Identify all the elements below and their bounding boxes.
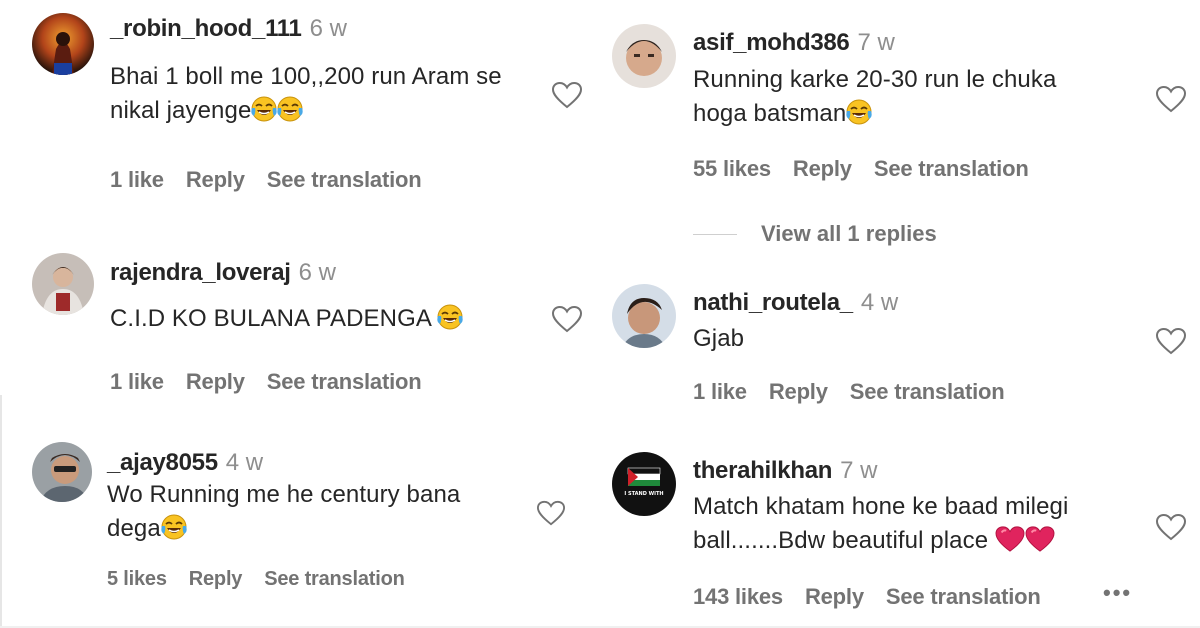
reply-button[interactable]: Reply <box>189 568 243 590</box>
time-ago[interactable]: 6 w <box>299 259 336 286</box>
heart-outline-icon[interactable] <box>1155 84 1187 114</box>
comment-text: Bhai 1 boll me 100,,200 run Aram se nika… <box>110 60 502 128</box>
username[interactable]: _ajay8055 <box>107 449 218 476</box>
comment-text-line: Wo Running me he century bana <box>107 481 461 508</box>
heart-outline-icon[interactable] <box>1155 512 1187 542</box>
comment-item: _ajay8055 4 w Wo Running me he century ba… <box>0 432 600 622</box>
see-translation-button[interactable]: See translation <box>267 167 422 192</box>
username[interactable]: asif_mohd386 <box>693 29 850 56</box>
heart-outline-icon[interactable] <box>551 304 583 334</box>
comment-text-line-2: ball.......Bdw beautiful place <box>693 524 1068 558</box>
laugh-emoji-icon <box>437 304 464 330</box>
likes-count[interactable]: 1 like <box>693 379 747 404</box>
comment-text-line: Match khatam hone ke baad milegi <box>693 493 1069 520</box>
red-heart-emoji-icon <box>995 526 1025 552</box>
comment-text-line: Gjab <box>693 325 745 352</box>
comment-item: rajendra_loveraj 6 w C.I.D KO BULANA PADE… <box>0 240 600 410</box>
more-options-icon[interactable]: ••• <box>1103 580 1132 606</box>
username[interactable]: rajendra_loveraj <box>110 259 291 286</box>
comment-text-line-2: dega <box>107 512 460 546</box>
comment-actions: 1 like Reply See translation <box>110 368 443 396</box>
avatar-image <box>612 24 676 88</box>
see-translation-button[interactable]: See translation <box>874 156 1029 181</box>
comment-item: _robin_hood_111 6 w Bhai 1 boll me 100,,2… <box>0 0 600 210</box>
likes-count[interactable]: 1 like <box>110 167 164 192</box>
username[interactable]: _robin_hood_111 <box>110 15 302 42</box>
comment-text-line-2: hoga batsman <box>693 97 1056 131</box>
laugh-emoji-icon <box>161 514 187 540</box>
avatar-image <box>32 13 94 75</box>
comment-actions: 55 likes Reply See translation <box>693 155 1051 183</box>
time-ago[interactable]: 7 w <box>857 29 894 56</box>
comment-text-line: hoga batsman <box>693 100 847 127</box>
comment-actions: 1 like Reply See translation <box>693 378 1026 406</box>
likes-count[interactable]: 55 likes <box>693 156 771 181</box>
likes-count[interactable]: 143 likes <box>693 584 783 609</box>
comment-item: asif_mohd386 7 w Running karke 20-30 run … <box>600 0 1200 260</box>
comment-text-line: nikal jayenge <box>110 97 252 124</box>
heart-outline-icon[interactable] <box>536 499 566 527</box>
see-translation-button[interactable]: See translation <box>264 568 405 590</box>
comment-text-line: Running karke 20-30 run le chuka <box>693 66 1057 93</box>
reply-button[interactable]: Reply <box>805 584 864 609</box>
view-replies-divider <box>693 234 737 235</box>
avatar[interactable] <box>32 253 94 315</box>
comment-actions: 5 likes Reply See translation <box>107 565 427 593</box>
avatar-badge-text: I STAND WITH <box>624 491 664 497</box>
avatar-image <box>612 452 676 516</box>
comment-text: Gjab <box>693 322 744 356</box>
comment-text: Running karke 20-30 run le chuka hoga ba… <box>693 63 1056 131</box>
username[interactable]: therahilkhan <box>693 457 832 484</box>
avatar[interactable] <box>612 284 676 348</box>
comment-text-line: C.I.D KO BULANA PADENGA <box>110 305 431 332</box>
comment-text: C.I.D KO BULANA PADENGA <box>110 302 464 336</box>
comment-item: I STAND WITH therahilkhan 7 w Match khata… <box>600 440 1200 626</box>
time-ago[interactable]: 4 w <box>226 449 263 476</box>
red-heart-emoji-icon <box>1025 526 1055 552</box>
comment-text-line: Bhai 1 boll me 100,,200 run Aram se <box>110 63 502 90</box>
time-ago[interactable]: 4 w <box>861 289 898 316</box>
heart-outline-icon[interactable] <box>1155 326 1187 356</box>
avatar[interactable] <box>612 24 676 88</box>
time-ago[interactable]: 6 w <box>310 15 347 42</box>
likes-count[interactable]: 5 likes <box>107 568 167 590</box>
comment-text-line: dega <box>107 515 161 542</box>
view-replies-button[interactable]: View all 1 replies <box>761 221 937 247</box>
avatar[interactable]: I STAND WITH <box>612 452 676 516</box>
avatar[interactable] <box>32 442 92 502</box>
likes-count[interactable]: 1 like <box>110 369 164 394</box>
comment-item: nathi_routela_ 4 w Gjab 1 like Reply See tr… <box>600 270 1200 430</box>
avatar[interactable] <box>32 13 94 75</box>
see-translation-button[interactable]: See translation <box>850 379 1005 404</box>
laugh-emoji-icon <box>277 96 304 122</box>
see-translation-button[interactable]: See translation <box>267 369 422 394</box>
avatar-image <box>32 253 94 315</box>
username[interactable]: nathi_routela_ <box>693 289 853 316</box>
heart-outline-icon[interactable] <box>551 80 583 110</box>
comment-text: Wo Running me he century bana dega <box>107 478 460 546</box>
comment-text-line: ball.......Bdw beautiful place <box>693 527 989 554</box>
reply-button[interactable]: Reply <box>186 167 245 192</box>
comments-panel: _robin_hood_111 6 w Bhai 1 boll me 100,,2… <box>0 0 1200 628</box>
avatar-image <box>32 442 92 502</box>
time-ago[interactable]: 7 w <box>840 457 877 484</box>
laugh-emoji-icon <box>846 99 872 125</box>
reply-button[interactable]: Reply <box>793 156 852 181</box>
comment-actions: 143 likes Reply See translation <box>693 583 1063 611</box>
see-translation-button[interactable]: See translation <box>886 584 1041 609</box>
laugh-emoji-icon <box>251 96 278 122</box>
comment-text-line-2: nikal jayenge <box>110 94 502 128</box>
avatar-image <box>612 284 676 348</box>
comment-actions: 1 like Reply See translation <box>110 166 443 194</box>
reply-button[interactable]: Reply <box>769 379 828 404</box>
reply-button[interactable]: Reply <box>186 369 245 394</box>
comment-text: Match khatam hone ke baad milegi ball...… <box>693 490 1068 558</box>
